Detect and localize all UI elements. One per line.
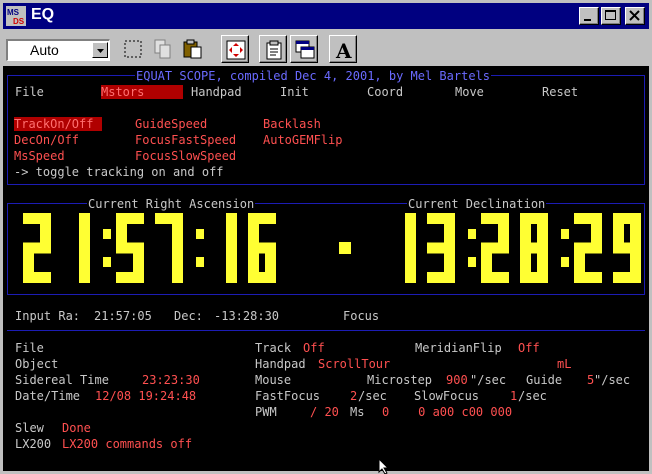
slew-label: Slew bbox=[15, 421, 44, 435]
dec-colon bbox=[561, 257, 569, 267]
dec-colon bbox=[468, 229, 476, 239]
input-ra-value[interactable]: 21:57:05 bbox=[94, 309, 152, 323]
close-icon bbox=[629, 10, 640, 21]
fast-focus-label: FastFocus bbox=[255, 389, 321, 403]
lx200-value: LX200 commands off bbox=[62, 437, 193, 451]
properties-button[interactable] bbox=[259, 35, 287, 63]
maximize-icon bbox=[605, 10, 616, 20]
mark-button[interactable] bbox=[119, 35, 147, 63]
ra-digit-seg bbox=[248, 242, 276, 254]
dec-digit-seg bbox=[405, 242, 416, 283]
dec-digit-seg bbox=[427, 272, 455, 283]
ra-digit-seg bbox=[23, 242, 51, 254]
lx200-label: LX200 bbox=[15, 437, 52, 451]
copy-icon bbox=[154, 39, 171, 59]
svg-text:MS: MS bbox=[7, 8, 20, 17]
minimize-icon bbox=[584, 19, 591, 21]
font-icon: A bbox=[335, 39, 352, 61]
maximize-button[interactable] bbox=[601, 7, 621, 25]
ra-colon bbox=[196, 257, 204, 267]
ra-digit-seg bbox=[116, 272, 144, 283]
coordinate-readout bbox=[23, 213, 641, 283]
sidereal-time-label: Sidereal Time bbox=[15, 373, 109, 387]
fullscreen-button[interactable] bbox=[221, 35, 249, 63]
ra-digit-seg bbox=[226, 242, 237, 283]
toolbar: Auto A bbox=[3, 30, 649, 66]
slow-focus-value: 1 bbox=[510, 389, 518, 403]
dec-digit-seg bbox=[574, 242, 602, 254]
meridian-flip-label: MeridianFlip bbox=[415, 341, 502, 355]
mark-icon bbox=[124, 40, 142, 58]
dec-digit-seg bbox=[613, 272, 641, 283]
slew-value: Done bbox=[62, 421, 91, 435]
mouse-label: Mouse bbox=[255, 373, 292, 387]
coordinate-separator bbox=[339, 242, 351, 254]
datetime-value: 12/08 19:24:48 bbox=[95, 389, 197, 403]
window-size-value: Auto bbox=[30, 42, 59, 58]
ms-label: Ms bbox=[350, 405, 365, 419]
paste-button[interactable] bbox=[179, 35, 207, 63]
microstep-label: Microstep bbox=[367, 373, 433, 387]
pwm-value: / 20 bbox=[310, 405, 339, 419]
pwm-numbers: 0 0 a00 c00 000 bbox=[382, 405, 513, 419]
guide-unit: "/sec bbox=[594, 373, 631, 387]
pwm-label: PWM bbox=[255, 405, 277, 419]
font-button[interactable]: A bbox=[329, 35, 357, 63]
properties-icon bbox=[266, 40, 282, 60]
handpad-label: Handpad bbox=[255, 357, 306, 371]
ra-digit-seg bbox=[79, 242, 90, 283]
microstep-value: 900 bbox=[446, 373, 468, 387]
ra-colon bbox=[103, 257, 111, 267]
close-button[interactable] bbox=[625, 7, 645, 25]
input-ra-label: Input Ra: bbox=[15, 309, 81, 323]
ra-digit-seg bbox=[116, 242, 144, 254]
handpad-value: ScrollTour bbox=[318, 357, 391, 371]
status-divider bbox=[7, 330, 645, 331]
slow-focus-label: SlowFocus bbox=[414, 389, 480, 403]
minimize-button[interactable] bbox=[579, 7, 599, 25]
track-value: Off bbox=[303, 341, 325, 355]
msdos-app-icon[interactable]: MS DS bbox=[6, 6, 26, 26]
track-label: Track bbox=[255, 341, 292, 355]
background-button[interactable] bbox=[290, 35, 318, 63]
dropdown-arrow-button[interactable] bbox=[92, 42, 108, 58]
dec-digit-seg bbox=[520, 242, 548, 254]
microstep-unit: "/sec bbox=[470, 373, 507, 387]
mouse-pointer-icon bbox=[378, 458, 390, 474]
ra-colon bbox=[103, 229, 111, 239]
fast-focus-unit: /sec bbox=[358, 389, 387, 403]
ml-value: mL bbox=[557, 357, 572, 371]
fullscreen-icon bbox=[226, 40, 246, 60]
slow-focus-unit: /sec bbox=[518, 389, 547, 403]
datetime-label: Date/Time bbox=[15, 389, 81, 403]
svg-text:DS: DS bbox=[13, 17, 25, 26]
status-object-label: Object bbox=[15, 357, 59, 371]
dec-digit-seg bbox=[613, 242, 641, 254]
window-size-select[interactable]: Auto bbox=[6, 39, 110, 61]
copy-button[interactable] bbox=[149, 35, 177, 63]
ra-colon bbox=[196, 229, 204, 239]
title-bar[interactable]: MS DS EQ bbox=[3, 3, 649, 29]
chevron-down-icon bbox=[97, 49, 104, 53]
input-dec-value[interactable]: -13:28:30 bbox=[214, 309, 279, 323]
dec-colon bbox=[561, 229, 569, 239]
window-title: EQ bbox=[31, 6, 55, 23]
paste-icon bbox=[183, 39, 202, 59]
fast-focus-value: 2 bbox=[350, 389, 358, 403]
guide-label: Guide bbox=[526, 373, 563, 387]
input-dec-label: Dec: bbox=[174, 309, 203, 323]
input-focus-label: Focus bbox=[343, 309, 380, 323]
dec-digit-seg bbox=[481, 242, 509, 254]
dec-colon bbox=[468, 257, 476, 267]
status-file-label: File bbox=[15, 341, 44, 355]
ra-digit-seg bbox=[172, 242, 183, 283]
background-icon bbox=[295, 40, 315, 59]
meridian-flip-value: Off bbox=[518, 341, 540, 355]
dec-digit-seg bbox=[427, 242, 455, 254]
svg-text:A: A bbox=[335, 39, 352, 61]
sidereal-time-value: 23:23:30 bbox=[142, 373, 200, 387]
console-screen[interactable]: EQUAT SCOPE, compiled Dec 4, 2001, by Me… bbox=[3, 66, 649, 471]
